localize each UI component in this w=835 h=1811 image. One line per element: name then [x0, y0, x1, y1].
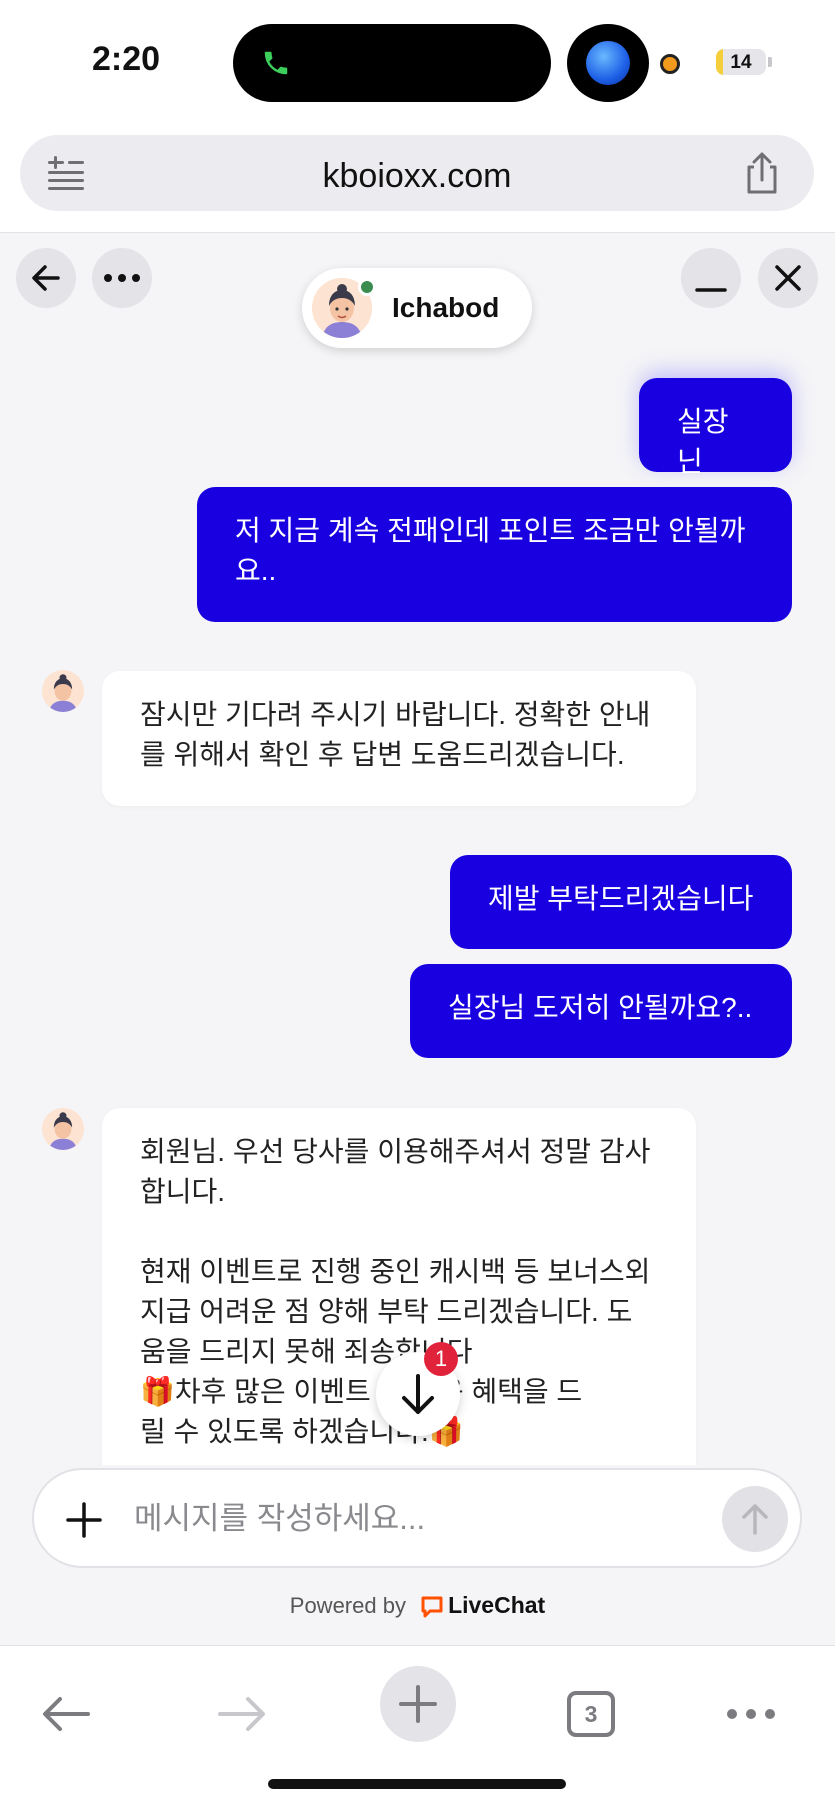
message-input[interactable]	[134, 1492, 714, 1546]
message-outgoing[interactable]: 저 지금 계속 전패인데 포인트 조금만 안될까 요..	[197, 487, 792, 622]
home-indicator[interactable]	[268, 1779, 566, 1789]
browser-url-bar: kboioxx.com	[0, 125, 835, 233]
back-button[interactable]	[16, 248, 76, 308]
arrow-right-icon	[218, 1697, 265, 1731]
message-incoming[interactable]: 잠시만 기다려 주시기 바랍니다. 정확한 안내 를 위해서 확인 후 답변 도…	[102, 671, 696, 806]
status-time: 2:20	[92, 40, 161, 78]
agent-info-pill[interactable]: Ichabod	[302, 268, 532, 348]
close-icon	[775, 265, 801, 291]
status-bar: 2:20 14	[0, 0, 835, 125]
message-composer	[32, 1468, 802, 1568]
arrow-up-icon	[742, 1504, 768, 1535]
message-outgoing[interactable]: 제발 부탁드리겠습니다	[450, 855, 792, 949]
plus-icon	[399, 1685, 437, 1723]
assistant-orb[interactable]	[567, 24, 649, 102]
unread-badge: 1	[424, 1342, 458, 1376]
powered-by-text: Powered by	[289, 1593, 406, 1618]
share-icon[interactable]	[740, 151, 784, 195]
more-options-button[interactable]	[92, 248, 152, 308]
arrow-left-icon	[32, 265, 60, 291]
recording-indicator-icon	[660, 54, 680, 74]
add-attachment-icon[interactable]	[62, 1498, 106, 1542]
browser-forward-button[interactable]	[202, 1674, 282, 1754]
message-text: 실장님 도저히 안될까요?..	[448, 992, 753, 1023]
send-button[interactable]	[722, 1486, 788, 1552]
agent-message-avatar	[42, 1108, 84, 1150]
message-outgoing[interactable]: 실장닌	[639, 378, 792, 477]
new-tab-button[interactable]	[380, 1666, 456, 1742]
message-incoming[interactable]: 회원님. 우선 당사를 이용해주셔서 정말 감사 합니다. 현재 이벤트로 진행…	[102, 1108, 696, 1508]
ellipsis-icon	[104, 274, 140, 282]
message-outgoing[interactable]: 실장님 도저히 안될까요?..	[410, 964, 792, 1058]
message-text: 저 지금 계속 전패인데 포인트 조금만 안될까 요..	[235, 515, 746, 586]
powered-by[interactable]: Powered by LiveChat	[0, 1592, 835, 1619]
agent-name: Ichabod	[392, 292, 500, 323]
browser-back-button[interactable]	[26, 1674, 106, 1754]
battery-level: 14	[730, 52, 752, 73]
livechat-brand: LiveChat	[448, 1592, 546, 1618]
message-text: 잠시만 기다려 주시기 바랍니다. 정확한 안내 를 위해서 확인 후 답변 도…	[140, 699, 651, 770]
agent-message-avatar	[42, 670, 84, 712]
battery-icon: 14	[716, 49, 766, 75]
message-text: 제발 부탁드리겠습니다	[488, 883, 754, 914]
tabs-count: 3	[567, 1691, 615, 1737]
address-field[interactable]: kboioxx.com	[20, 135, 814, 211]
message-text: 실장닌	[677, 406, 729, 477]
arrow-left-icon	[43, 1697, 90, 1731]
url-text[interactable]: kboioxx.com	[20, 157, 814, 196]
minimize-icon	[695, 288, 727, 292]
close-chat-button[interactable]	[758, 248, 818, 308]
phone-icon	[264, 51, 288, 75]
agent-face-icon	[42, 670, 84, 712]
agent-face-icon	[42, 1108, 84, 1150]
dynamic-island[interactable]	[233, 24, 551, 102]
ellipsis-icon	[727, 1709, 775, 1719]
minimize-button[interactable]	[681, 248, 741, 308]
battery-nub	[768, 57, 772, 67]
tabs-button[interactable]: 3	[551, 1674, 631, 1754]
browser-menu-button[interactable]	[711, 1674, 791, 1754]
orb-icon	[586, 41, 630, 85]
livechat-logo-icon	[421, 1596, 443, 1618]
online-status-icon	[358, 278, 376, 296]
screen: 2:20 14 kboioxx.com Ichabod 실장닌 저 지금 계속 …	[0, 0, 835, 1811]
